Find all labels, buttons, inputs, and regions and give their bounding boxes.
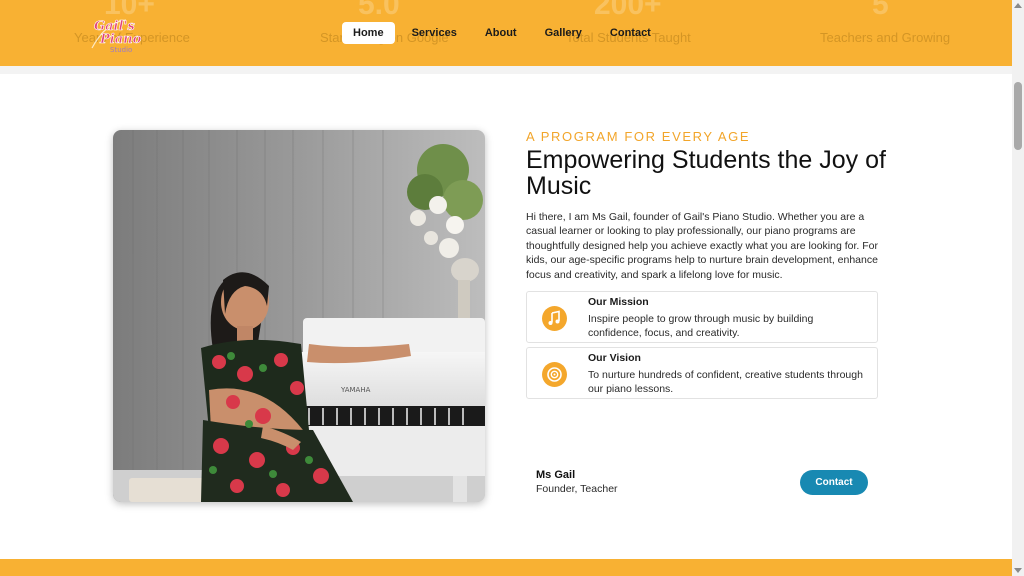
header-divider — [0, 66, 1012, 74]
page-scrollbar[interactable] — [1012, 0, 1024, 576]
section-intro: Hi there, I am Ms Gail, founder of Gail'… — [526, 211, 878, 281]
mission-title: Our Mission — [588, 296, 649, 308]
scroll-down-arrow-icon[interactable] — [1014, 568, 1022, 573]
page: 10+ Years of Experience 5.0 Star Rating … — [0, 0, 1024, 576]
person-role: Founder, Teacher — [536, 483, 618, 495]
nav-services[interactable]: Services — [401, 22, 468, 44]
vision-title: Our Vision — [588, 352, 641, 364]
stat-value: 5 — [872, 0, 889, 21]
piano-brand: YAMAHA — [340, 386, 371, 394]
logo-text-3: Studio — [110, 46, 132, 54]
nav-about[interactable]: About — [474, 22, 528, 44]
nav-contact[interactable]: Contact — [599, 22, 662, 44]
contact-button[interactable]: Contact — [800, 470, 868, 495]
stat-label: Teachers and Growing — [820, 30, 951, 45]
section-eyebrow: A PROGRAM FOR EVERY AGE — [526, 129, 751, 144]
teacher-photo: YAMAHA — [113, 130, 485, 502]
stat-value: 200+ — [594, 0, 662, 21]
nav-gallery[interactable]: Gallery — [534, 22, 593, 44]
vision-card: Our Vision To nurture hundreds of confid… — [526, 347, 878, 399]
music-note-icon — [542, 306, 567, 331]
person-name: Ms Gail — [536, 469, 576, 481]
logo-graphic: Gail's Piano Studio — [91, 19, 142, 54]
scroll-thumb[interactable] — [1014, 82, 1022, 150]
site-header: 10+ Years of Experience 5.0 Star Rating … — [0, 0, 1012, 66]
vision-desc: To nurture hundreds of confident, creati… — [588, 369, 863, 395]
scroll-up-arrow-icon[interactable] — [1014, 3, 1022, 8]
studio-logo[interactable]: Gail's Piano Studio — [86, 14, 152, 56]
mission-desc: Inspire people to grow through music by … — [588, 313, 814, 339]
mission-card: Our Mission Inspire people to grow throu… — [526, 291, 878, 343]
footer-band — [0, 559, 1012, 576]
target-icon — [542, 362, 567, 387]
section-heading: Empowering Students the Joy of Music — [526, 146, 886, 200]
logo-text-2: Piano — [99, 32, 142, 47]
stat-value: 5.0 — [358, 0, 400, 21]
nav-home[interactable]: Home — [342, 21, 395, 44]
main-nav: Home Services About Gallery Contact — [342, 21, 662, 44]
teacher-photo-graphic: YAMAHA — [113, 130, 485, 502]
